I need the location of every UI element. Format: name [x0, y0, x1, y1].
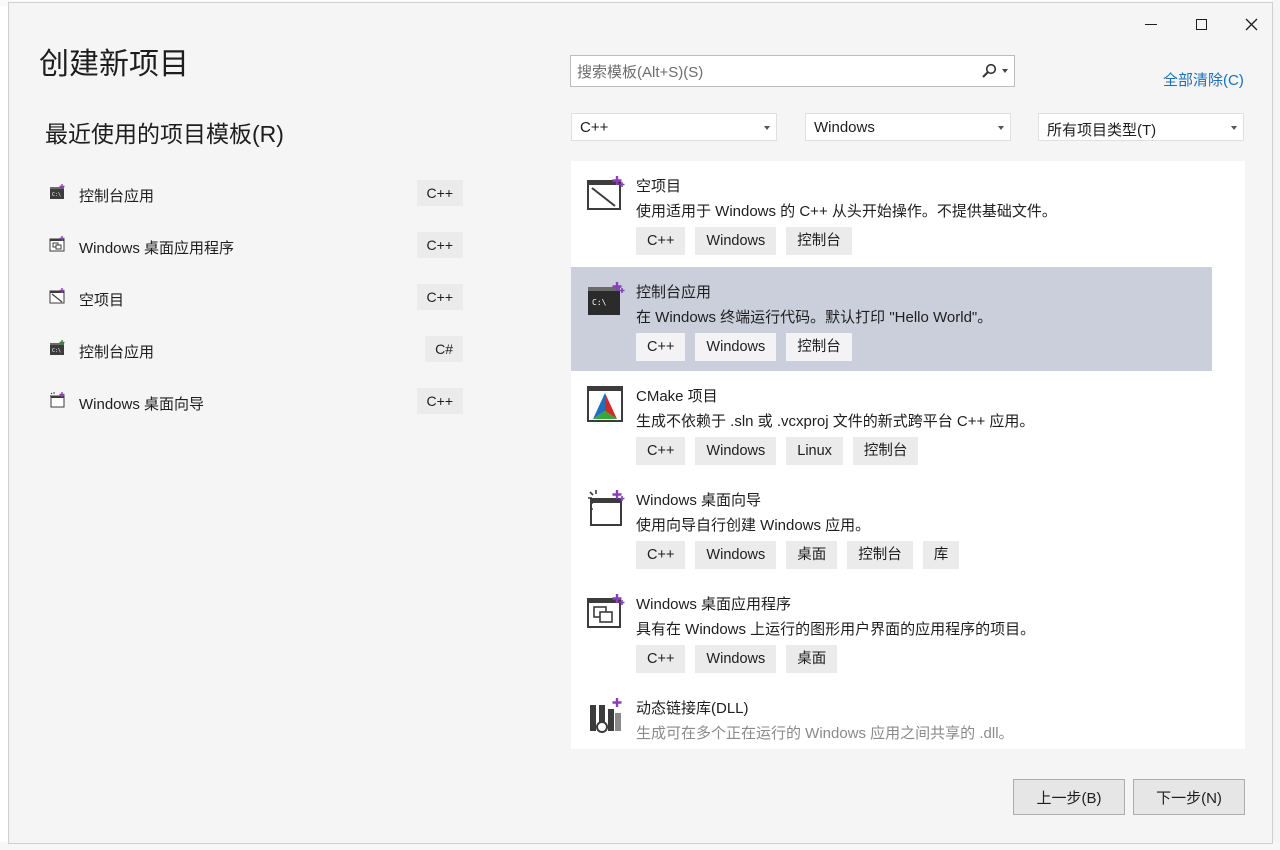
template-name: 动态链接库(DLL) — [636, 700, 749, 717]
recent-item-lang-badge: C++ — [416, 284, 463, 310]
template-desktop-app[interactable]: Windows 桌面应用程序 具有在 Windows 上运行的图形用户界面的应用… — [571, 579, 1212, 683]
template-tag: 控制台 — [852, 437, 919, 465]
recent-item-lang-badge: C++ — [416, 232, 463, 258]
recent-item-label: Windows 桌面向导 — [79, 396, 205, 413]
template-description: 生成可在多个正在运行的 Windows 应用之间共享的 .dll。 — [636, 725, 1014, 742]
template-tag: 桌面 — [786, 541, 838, 569]
template-tag: 库 — [922, 541, 960, 569]
template-tag: 桌面 — [786, 645, 838, 673]
dll-icon — [590, 698, 622, 733]
project-type-filter-dropdown[interactable]: 所有项目类型(T) — [1038, 113, 1244, 141]
template-tag: C++ — [636, 645, 686, 673]
template-name: 空项目 — [636, 178, 682, 195]
template-tag: Windows — [695, 645, 777, 673]
minimize-button[interactable] — [1131, 9, 1171, 39]
template-description: 使用适用于 Windows 的 C++ 从头开始操作。不提供基础文件。 — [636, 203, 1057, 220]
recent-item-label: Windows 桌面应用程序 — [79, 240, 235, 257]
maximize-icon — [1195, 18, 1207, 30]
search-options-chevron-icon[interactable] — [1002, 69, 1008, 73]
desktop-app-icon — [49, 236, 65, 252]
template-tags: C++ Windows Linux 控制台 — [636, 437, 919, 465]
template-cmake-project[interactable]: CMake 项目 生成不依赖于 .sln 或 .vcxproj 文件的新式跨平台… — [571, 371, 1212, 475]
recent-item-lang-badge: C# — [425, 336, 463, 362]
recent-templates-header: 最近使用的项目模板(R) — [45, 121, 284, 147]
platform-filter-value: Windows — [814, 119, 875, 136]
background-editor-right — [1272, 0, 1280, 850]
recent-item-desktop-wizard[interactable]: Windows 桌面向导 C++ — [43, 379, 463, 431]
language-filter-value: C++ — [580, 119, 609, 136]
recent-item-console-app-csharp[interactable]: C:\ 控制台应用 C# — [43, 327, 463, 379]
template-tags: C++ Windows 控制台 — [636, 333, 852, 361]
recent-item-lang-badge: C++ — [416, 180, 463, 206]
chevron-down-icon — [764, 126, 770, 130]
template-tag: Windows — [695, 227, 777, 255]
template-tag: Windows — [695, 333, 777, 361]
create-project-dialog: 创建新项目 最近使用的项目模板(R) C:\ 控制台应用 C++ Windows… — [8, 2, 1273, 844]
recent-item-console-app-cpp[interactable]: C:\ 控制台应用 C++ — [43, 171, 463, 223]
desktop-wizard-icon — [50, 392, 65, 408]
console-app-icon: C:\ — [50, 340, 65, 355]
template-tags: C++ Windows 桌面 — [636, 645, 838, 673]
search-icon — [982, 63, 997, 78]
chevron-down-icon — [1231, 126, 1237, 130]
template-tag: C++ — [636, 227, 686, 255]
dialog-title: 创建新项目 — [39, 48, 189, 81]
template-tag: C++ — [636, 333, 686, 361]
template-empty-project[interactable]: 空项目 使用适用于 Windows 的 C++ 从头开始操作。不提供基础文件。 … — [571, 161, 1212, 265]
platform-filter-dropdown[interactable]: Windows — [805, 113, 1011, 141]
empty-project-icon — [587, 176, 625, 210]
recent-item-label: 控制台应用 — [79, 344, 155, 361]
empty-project-icon — [49, 288, 65, 304]
template-name: 控制台应用 — [636, 284, 712, 301]
maximize-button[interactable] — [1181, 9, 1221, 39]
recent-item-empty-project[interactable]: 空项目 C++ — [43, 275, 463, 327]
svg-text:C:\: C:\ — [52, 348, 61, 354]
template-search-box[interactable] — [570, 55, 1015, 87]
template-desktop-wizard[interactable]: Windows 桌面向导 使用向导自行创建 Windows 应用。 C++ Wi… — [571, 475, 1212, 579]
chevron-down-icon — [998, 126, 1004, 130]
template-tag: C++ — [636, 437, 686, 465]
search-input[interactable] — [575, 59, 974, 85]
template-tag: 控制台 — [786, 227, 852, 255]
template-tag: Windows — [695, 541, 777, 569]
close-button[interactable] — [1231, 9, 1271, 39]
template-description: 在 Windows 终端运行代码。默认打印 "Hello World"。 — [636, 309, 993, 326]
template-description: 使用向导自行创建 Windows 应用。 — [636, 517, 871, 534]
recent-templates-list: C:\ 控制台应用 C++ Windows 桌面应用程序 C++ 空项目 C++ — [43, 171, 463, 431]
template-tag: C++ — [636, 541, 686, 569]
back-button[interactable]: 上一步(B) — [1013, 779, 1125, 815]
recent-item-lang-badge: C++ — [416, 388, 463, 414]
minimize-icon — [1145, 23, 1157, 25]
template-console-app[interactable]: C:\ 控制台应用 在 Windows 终端运行代码。默认打印 "Hello W… — [571, 267, 1212, 371]
language-filter-dropdown[interactable]: C++ — [571, 113, 777, 141]
template-tag: 控制台 — [847, 541, 913, 569]
template-tags: C++ Windows 桌面 控制台 库 — [636, 541, 960, 569]
desktop-wizard-icon — [588, 490, 625, 526]
template-name: Windows 桌面向导 — [636, 492, 762, 509]
desktop-app-icon — [587, 594, 625, 628]
template-list: 空项目 使用适用于 Windows 的 C++ 从头开始操作。不提供基础文件。 … — [571, 161, 1245, 749]
template-name: Windows 桌面应用程序 — [636, 596, 792, 613]
recent-item-desktop-app[interactable]: Windows 桌面应用程序 C++ — [43, 223, 463, 275]
clear-all-link[interactable]: 全部清除(C) — [1163, 69, 1244, 90]
console-app-icon: C:\ — [588, 282, 625, 315]
svg-text:C:\: C:\ — [592, 298, 607, 307]
next-button[interactable]: 下一步(N) — [1133, 779, 1245, 815]
svg-text:C:\: C:\ — [52, 192, 61, 198]
template-description: 具有在 Windows 上运行的图形用户界面的应用程序的项目。 — [636, 621, 1036, 638]
template-name: CMake 项目 — [636, 388, 718, 405]
template-tags: C++ Windows 控制台 — [636, 227, 852, 255]
template-tag: Windows — [695, 437, 777, 465]
project-type-filter-value: 所有项目类型(T) — [1047, 122, 1157, 139]
template-tag: Linux — [786, 437, 843, 465]
recent-item-label: 空项目 — [79, 292, 125, 309]
template-tag: 控制台 — [786, 333, 852, 361]
close-icon — [1245, 18, 1257, 30]
template-dll[interactable]: 动态链接库(DLL) 生成可在多个正在运行的 Windows 应用之间共享的 .… — [571, 683, 1212, 749]
console-app-icon: C:\ — [50, 184, 65, 199]
template-description: 生成不依赖于 .sln 或 .vcxproj 文件的新式跨平台 C++ 应用。 — [636, 413, 1035, 430]
cmake-icon — [587, 386, 623, 422]
recent-item-label: 控制台应用 — [79, 188, 155, 205]
